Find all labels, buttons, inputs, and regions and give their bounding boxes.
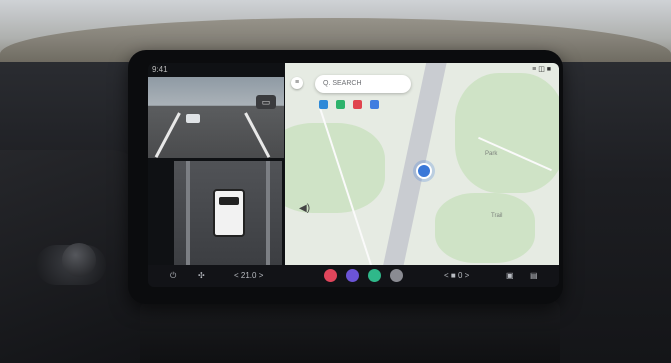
scene: 9:41 ▭ ≡ Q. SEARCH ≡ ◫ ■ ◀) Park Trail ⏻… <box>0 0 671 363</box>
parking-line <box>266 161 270 265</box>
map-place-label: Park <box>485 151 498 157</box>
map-park-area <box>285 123 385 213</box>
category-chip[interactable] <box>319 100 328 109</box>
current-location-icon <box>416 163 432 179</box>
ego-vehicle-icon <box>213 189 245 237</box>
map-park-area <box>455 73 559 193</box>
defrost-icon[interactable]: ▤ <box>530 270 538 282</box>
vehicle-ahead <box>186 114 200 123</box>
infotainment-screen: 9:41 ▭ ≡ Q. SEARCH ≡ ◫ ■ ◀) Park Trail ⏻… <box>148 63 559 287</box>
status-time: 9:41 <box>152 65 168 74</box>
menu-icon[interactable]: ≡ <box>291 77 303 89</box>
map-search-input[interactable]: Q. SEARCH <box>315 75 411 93</box>
temperature-right-control[interactable]: < ■ 0 > <box>444 270 469 282</box>
fan-icon[interactable]: ✣ <box>198 270 205 282</box>
settings-app-icon[interactable] <box>390 269 403 282</box>
map-place-label: Trail <box>491 213 503 219</box>
temperature-left-control[interactable]: < 21.0 > <box>234 270 263 282</box>
seat-heat-icon[interactable]: ▣ <box>506 270 514 282</box>
parking-line <box>186 161 190 265</box>
map-status-icons: ≡ ◫ ■ <box>532 66 551 73</box>
system-taskbar: ⏻ ✣ < 21.0 > < ■ 0 > ▣ ▤ <box>148 265 559 287</box>
lane-line <box>154 112 181 158</box>
front-camera-view[interactable]: ▭ <box>148 77 284 158</box>
lane-line <box>244 112 271 158</box>
phone-app-icon[interactable] <box>324 269 337 282</box>
vent-knob <box>62 243 96 277</box>
lower-console <box>140 300 560 363</box>
surround-view-camera[interactable] <box>174 161 282 265</box>
quick-category-chips <box>319 100 379 109</box>
camera-switch-icon[interactable]: ▭ <box>256 95 276 109</box>
map-park-area <box>435 193 535 263</box>
category-chip[interactable] <box>353 100 362 109</box>
category-chip[interactable] <box>370 100 379 109</box>
speaker-icon[interactable]: ◀) <box>299 203 310 214</box>
navigation-map[interactable]: ≡ Q. SEARCH ≡ ◫ ■ ◀) Park Trail <box>285 63 559 265</box>
power-icon[interactable]: ⏻ <box>170 270 176 282</box>
category-chip[interactable] <box>336 100 345 109</box>
media-app-icon[interactable] <box>346 269 359 282</box>
maps-app-icon[interactable] <box>368 269 381 282</box>
